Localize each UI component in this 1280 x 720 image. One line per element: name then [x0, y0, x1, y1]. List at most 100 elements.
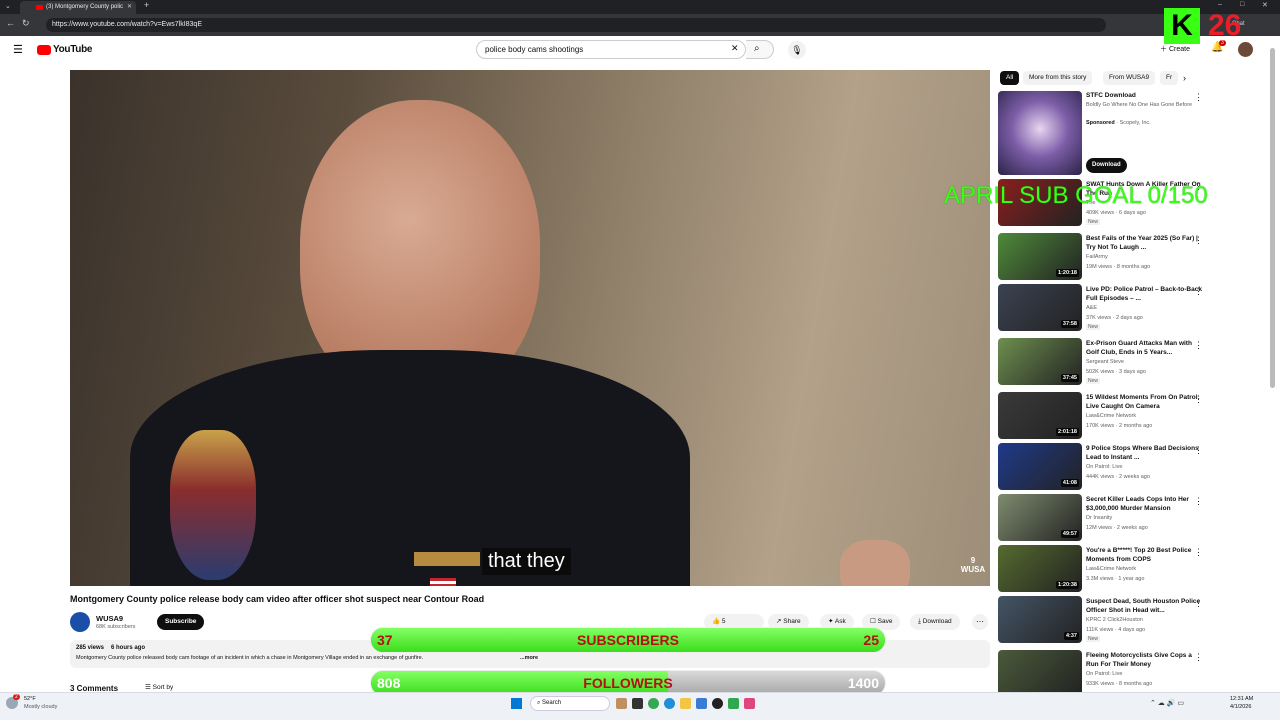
recommendation-thumbnail[interactable]: 4:37 — [998, 596, 1082, 643]
share-label: Share — [783, 618, 801, 625]
recommendation-thumbnail[interactable]: 49:57 — [998, 494, 1082, 541]
recommendation-channel[interactable]: On Patrol: Live — [1086, 671, 1122, 677]
new-tab-icon[interactable]: + — [144, 0, 149, 10]
chip-more-from-story[interactable]: More from this story — [1023, 71, 1093, 85]
page-scrollbar[interactable] — [1270, 48, 1275, 388]
stream-logo: K 26 — [1164, 8, 1268, 44]
recommendation-channel[interactable]: Dr Insanity — [1086, 515, 1112, 521]
tab-menu-icon[interactable]: ⌄ — [5, 2, 11, 10]
recommendation-item[interactable]: 37:58 Live PD: Police Patrol – Back-to-Ba… — [998, 284, 1258, 332]
chip-fr[interactable]: Fr — [1160, 71, 1178, 85]
more-actions-icon[interactable]: ⋯ — [972, 614, 988, 630]
video-player[interactable]: that they 9 WUSA — [70, 70, 990, 586]
recommendation-title[interactable]: Ex-Prison Guard Attacks Man with Golf Cl… — [1086, 339, 1204, 357]
browser-tab[interactable]: (3) Montgomery County polic ✕ — [20, 1, 136, 14]
recommendation-item[interactable]: 1:20:18 Best Fails of the Year 2025 (So F… — [998, 233, 1258, 281]
ad-menu-icon[interactable]: ⋮ — [1194, 92, 1203, 103]
chip-all[interactable]: All — [1000, 71, 1020, 85]
maximize-icon[interactable]: □ — [1240, 1, 1244, 8]
terminal-icon[interactable] — [632, 698, 643, 709]
recommendation-item[interactable]: 1:20:38 You're a B*****! Top 20 Best Poli… — [998, 545, 1258, 593]
recommendation-menu-icon[interactable]: ⋮ — [1194, 340, 1203, 351]
start-icon[interactable] — [511, 698, 522, 709]
recommendation-channel[interactable]: On Patrol: Live — [1086, 464, 1122, 470]
app-icon[interactable] — [728, 698, 739, 709]
recommendation-menu-icon[interactable]: ⋮ — [1194, 394, 1203, 405]
sort-button[interactable]: ☰ Sort by — [145, 683, 173, 691]
recommendation-item[interactable]: 49:57 Secret Killer Leads Cops Into Her $… — [998, 494, 1258, 542]
recommendation-channel[interactable]: KPRC 2 Click2Houston — [1086, 617, 1143, 623]
recommendation-menu-icon[interactable]: ⋮ — [1194, 235, 1203, 246]
subscribe-button[interactable]: Subscribe — [157, 614, 205, 630]
channel-avatar[interactable] — [70, 612, 90, 632]
menu-icon[interactable]: ☰ — [13, 43, 23, 56]
recommendation-title[interactable]: Fleeing Motorcyclists Give Cops a Run Fo… — [1086, 651, 1204, 669]
edge-icon[interactable] — [664, 698, 675, 709]
channel-watermark: 9 WUSA — [960, 556, 986, 574]
download-button[interactable]: ⤓ Download — [910, 614, 960, 630]
recommendation-item[interactable]: 2:01:18 15 Wildest Moments From On Patrol… — [998, 392, 1258, 440]
chips-next-icon[interactable]: › — [1183, 73, 1186, 83]
recommendation-title[interactable]: You're a B*****! Top 20 Best Police Mome… — [1086, 546, 1204, 564]
recommendation-title[interactable]: Best Fails of the Year 2025 (So Far) | T… — [1086, 234, 1204, 252]
recommendation-menu-icon[interactable]: ⋮ — [1194, 547, 1203, 558]
url-input[interactable]: https://www.youtube.com/watch?v=Ews7lkI8… — [46, 18, 1106, 32]
recommendation-meta: 19M views · 8 months ago — [1086, 264, 1151, 270]
recommendation-item[interactable]: 37:45 Ex-Prison Guard Attacks Man with Go… — [998, 338, 1258, 386]
search-button[interactable]: ⌕ — [746, 40, 774, 59]
clock-time[interactable]: 12:31 AM — [1230, 696, 1253, 702]
pin-icon[interactable] — [744, 698, 755, 709]
recommendation-menu-icon[interactable]: ⋮ — [1194, 445, 1203, 456]
reload-icon[interactable]: ↻ — [22, 18, 30, 29]
recommendation-thumbnail[interactable]: 37:58 — [998, 284, 1082, 331]
recommendation-menu-icon[interactable]: ⋮ — [1194, 286, 1203, 297]
recommendation-menu-icon[interactable]: ⋮ — [1194, 652, 1203, 663]
recommendation-title[interactable]: 15 Wildest Moments From On Patrol: Live … — [1086, 393, 1204, 411]
clock-date[interactable]: 4/1/2026 — [1230, 704, 1251, 710]
youtube-logo-icon[interactable] — [37, 45, 51, 55]
recommendation-channel[interactable]: FailArmy — [1086, 254, 1108, 260]
recommendation-item[interactable]: Fleeing Motorcyclists Give Cops a Run Fo… — [998, 650, 1258, 698]
search-input[interactable]: police body cams shootings — [476, 40, 746, 59]
recommendation-thumbnail[interactable] — [998, 650, 1082, 697]
back-icon[interactable]: ← — [6, 18, 15, 28]
recommendation-channel[interactable]: Sergeant Steve — [1086, 359, 1124, 365]
recommendation-title[interactable]: Live PD: Police Patrol – Back-to-Back Fu… — [1086, 285, 1204, 303]
ad-thumbnail[interactable] — [998, 91, 1082, 175]
clear-search-icon[interactable]: ✕ — [731, 43, 739, 54]
recommendation-menu-icon[interactable]: ⋮ — [1194, 496, 1203, 507]
recommendation-title[interactable]: Suspect Dead, South Houston Police Offic… — [1086, 597, 1204, 615]
ad-download-button[interactable]: Download — [1086, 158, 1127, 173]
recommendation-channel[interactable]: A&E — [1086, 305, 1097, 311]
avatar[interactable] — [1238, 42, 1253, 57]
tray-icons[interactable]: ⌃ ☁ 🔊 ▭ — [1150, 699, 1184, 707]
recommendation-menu-icon[interactable]: ⋮ — [1194, 598, 1203, 609]
voice-search-icon[interactable]: 🎙 — [788, 41, 806, 59]
recommendation-thumbnail[interactable]: 1:20:38 — [998, 545, 1082, 592]
chip-from-wusa9[interactable]: From WUSA9 — [1103, 71, 1156, 85]
recommendation-thumbnail[interactable]: 2:01:18 — [998, 392, 1082, 439]
recommendation-thumbnail[interactable]: 41:08 — [998, 443, 1082, 490]
create-button[interactable]: ＋ Create — [1160, 44, 1190, 54]
recommendation-title[interactable]: 9 Police Stops Where Bad Decisions Lead … — [1086, 444, 1204, 462]
ad-card[interactable]: STFC Download Boldly Go Where No One Has… — [998, 91, 1258, 175]
obs-icon[interactable] — [712, 698, 723, 709]
minimize-icon[interactable]: – — [1218, 1, 1222, 8]
stream-logo-number: 26 — [1208, 9, 1242, 42]
recommendation-channel[interactable]: Law&Crime Network — [1086, 566, 1136, 572]
description-more[interactable]: ...more — [520, 655, 538, 661]
recommendation-thumbnail[interactable]: 1:20:18 — [998, 233, 1082, 280]
weather-desc: Mostly cloudy — [24, 704, 58, 710]
recommendation-item[interactable]: 41:08 9 Police Stops Where Bad Decisions … — [998, 443, 1258, 491]
recommendation-thumbnail[interactable]: 37:45 — [998, 338, 1082, 385]
tab-close-icon[interactable]: ✕ — [127, 1, 132, 14]
store-icon[interactable] — [696, 698, 707, 709]
channel-name[interactable]: WUSA9 — [96, 614, 123, 623]
taskbar-search[interactable]: ⌕ Search — [530, 696, 610, 711]
chrome-icon[interactable] — [648, 698, 659, 709]
recommendation-title[interactable]: Secret Killer Leads Cops Into Her $3,000… — [1086, 495, 1204, 513]
file-explorer-icon[interactable] — [680, 698, 691, 709]
recommendation-item[interactable]: 4:37 Suspect Dead, South Houston Police O… — [998, 596, 1258, 644]
recommendation-channel[interactable]: Law&Crime Network — [1086, 413, 1136, 419]
task-view-icon[interactable] — [616, 698, 627, 709]
